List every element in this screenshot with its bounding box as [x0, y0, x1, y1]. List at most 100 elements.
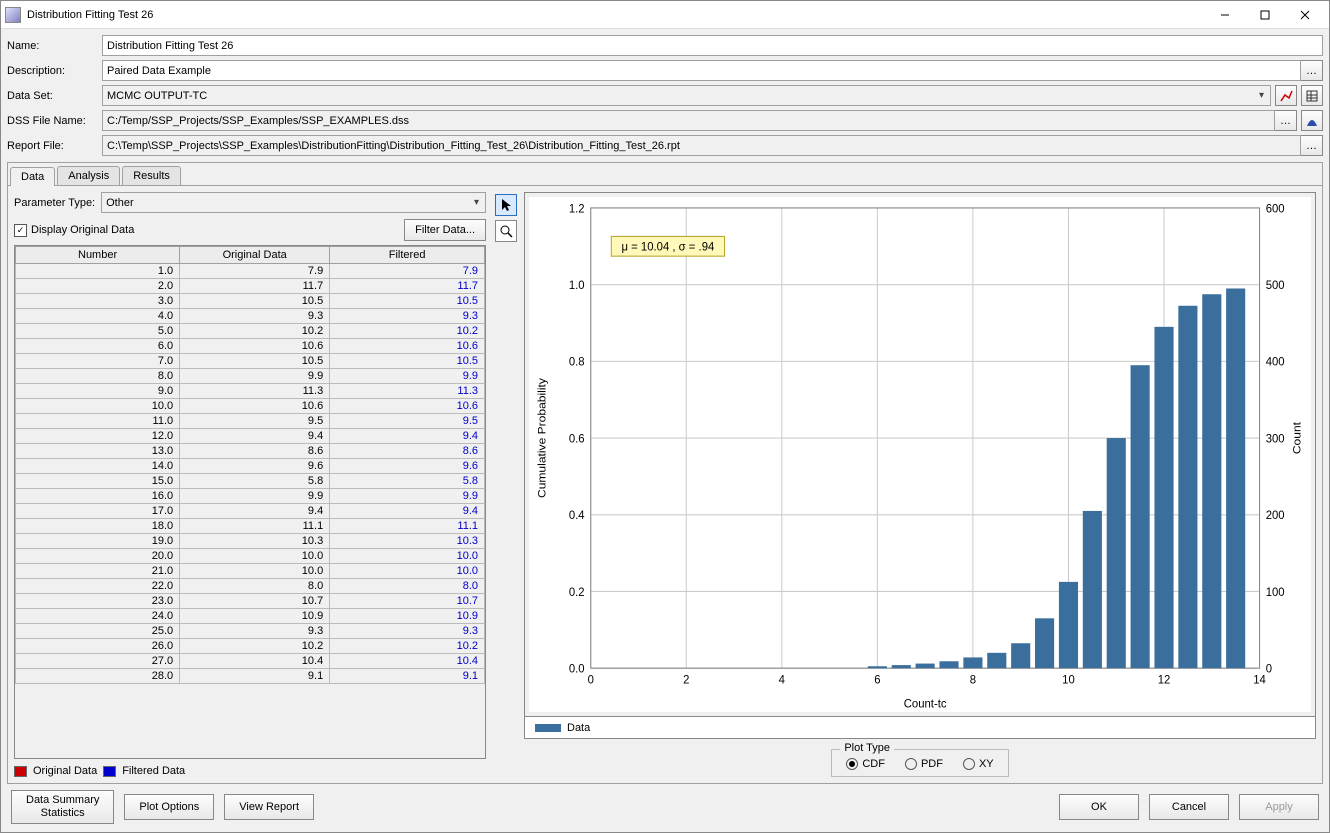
svg-text:μ = 10.04 , σ = .94: μ = 10.04 , σ = .94 [622, 240, 715, 253]
dssfile-ellipsis-button[interactable]: … [1275, 110, 1297, 131]
plot-type-cdf-radio[interactable]: CDF [846, 758, 885, 770]
tab-results[interactable]: Results [122, 166, 181, 185]
data-table: Number Original Data Filtered 1.07.97.92… [15, 246, 485, 684]
tab-data[interactable]: Data [10, 167, 55, 186]
table-row[interactable]: 7.010.510.5 [16, 354, 485, 369]
name-label: Name: [7, 40, 102, 52]
svg-text:Count: Count [1291, 421, 1304, 454]
svg-text:Cumulative Probability: Cumulative Probability [536, 378, 549, 498]
table-row[interactable]: 2.011.711.7 [16, 279, 485, 294]
table-row[interactable]: 10.010.610.6 [16, 399, 485, 414]
maximize-button[interactable] [1245, 1, 1285, 29]
svg-text:300: 300 [1266, 432, 1285, 445]
table-row[interactable]: 8.09.99.9 [16, 369, 485, 384]
dataset-dropdown[interactable]: MCMC OUTPUT-TC [102, 85, 1271, 106]
svg-text:0.0: 0.0 [569, 662, 585, 675]
reportfile-ellipsis-button[interactable]: … [1301, 135, 1323, 156]
dataset-chart-icon[interactable] [1275, 85, 1297, 106]
col-number[interactable]: Number [16, 247, 180, 264]
plot-type-group-label: Plot Type [840, 742, 894, 754]
table-row[interactable]: 4.09.39.3 [16, 309, 485, 324]
filter-data-button[interactable]: Filter Data... [404, 219, 486, 241]
table-row[interactable]: 12.09.49.4 [16, 429, 485, 444]
parameter-type-label: Parameter Type: [14, 197, 95, 209]
table-row[interactable]: 16.09.99.9 [16, 489, 485, 504]
tab-strip: Data Analysis Results [8, 163, 1322, 185]
table-row[interactable]: 17.09.49.4 [16, 504, 485, 519]
table-row[interactable]: 1.07.97.9 [16, 264, 485, 279]
data-table-scroll[interactable]: Number Original Data Filtered 1.07.97.92… [15, 246, 485, 758]
table-row[interactable]: 15.05.85.8 [16, 474, 485, 489]
table-row[interactable]: 28.09.19.1 [16, 669, 485, 684]
display-original-checkbox[interactable]: ✓ [14, 224, 27, 237]
table-row[interactable]: 25.09.39.3 [16, 624, 485, 639]
svg-text:2: 2 [683, 673, 689, 686]
dssfile-field: C:/Temp/SSP_Projects/SSP_Examples/SSP_EX… [102, 110, 1275, 131]
svg-text:0: 0 [588, 673, 595, 686]
legend-original-label: Original Data [33, 765, 97, 777]
plot-type-pdf-radio[interactable]: PDF [905, 758, 943, 770]
svg-text:10: 10 [1062, 673, 1075, 686]
table-row[interactable]: 20.010.010.0 [16, 549, 485, 564]
svg-text:Count-tc: Count-tc [904, 697, 947, 710]
table-row[interactable]: 22.08.08.0 [16, 579, 485, 594]
dataset-table-icon[interactable] [1301, 85, 1323, 106]
description-field[interactable] [102, 60, 1301, 81]
table-row[interactable]: 19.010.310.3 [16, 534, 485, 549]
table-row[interactable]: 9.011.311.3 [16, 384, 485, 399]
name-field[interactable] [102, 35, 1323, 56]
parameter-type-dropdown[interactable]: Other [101, 192, 486, 213]
svg-text:1.2: 1.2 [569, 202, 585, 215]
table-row[interactable]: 13.08.68.6 [16, 444, 485, 459]
svg-text:8: 8 [970, 673, 976, 686]
table-row[interactable]: 26.010.210.2 [16, 639, 485, 654]
zoom-tool-button[interactable] [495, 220, 517, 242]
table-row[interactable]: 6.010.610.6 [16, 339, 485, 354]
plot-type-xy-radio[interactable]: XY [963, 758, 994, 770]
tab-analysis[interactable]: Analysis [57, 166, 120, 185]
table-row[interactable]: 23.010.710.7 [16, 594, 485, 609]
cancel-button[interactable]: Cancel [1149, 794, 1229, 820]
description-ellipsis-button[interactable]: … [1301, 60, 1323, 81]
col-filtered[interactable]: Filtered [330, 247, 485, 264]
dssfile-distribution-icon[interactable] [1301, 110, 1323, 131]
titlebar: Distribution Fitting Test 26 [1, 1, 1329, 29]
chart-legend: Data [524, 717, 1316, 739]
svg-text:4: 4 [779, 673, 786, 686]
svg-text:100: 100 [1266, 586, 1285, 599]
table-row[interactable]: 18.011.111.1 [16, 519, 485, 534]
legend-filtered-swatch [103, 766, 116, 777]
svg-text:400: 400 [1266, 355, 1285, 368]
dataset-label: Data Set: [7, 90, 102, 102]
plot-options-button[interactable]: Plot Options [124, 794, 214, 820]
table-row[interactable]: 27.010.410.4 [16, 654, 485, 669]
description-label: Description: [7, 65, 102, 77]
ok-button[interactable]: OK [1059, 794, 1139, 820]
svg-text:14: 14 [1253, 673, 1266, 686]
window-title: Distribution Fitting Test 26 [27, 9, 1205, 21]
svg-text:0.8: 0.8 [569, 355, 585, 368]
chart-legend-label: Data [567, 722, 590, 734]
table-row[interactable]: 11.09.59.5 [16, 414, 485, 429]
legend-filtered-label: Filtered Data [122, 765, 185, 777]
table-row[interactable]: 5.010.210.2 [16, 324, 485, 339]
col-original-data[interactable]: Original Data [180, 247, 330, 264]
dssfile-label: DSS File Name: [7, 115, 102, 127]
svg-text:0.6: 0.6 [569, 432, 585, 445]
svg-text:1.0: 1.0 [569, 279, 585, 292]
chart-legend-swatch [535, 724, 561, 732]
svg-text:0.4: 0.4 [569, 509, 585, 522]
pointer-tool-button[interactable] [495, 194, 517, 216]
table-row[interactable]: 14.09.69.6 [16, 459, 485, 474]
apply-button[interactable]: Apply [1239, 794, 1319, 820]
svg-text:12: 12 [1158, 673, 1171, 686]
table-row[interactable]: 24.010.910.9 [16, 609, 485, 624]
legend-original-swatch [14, 766, 27, 777]
view-report-button[interactable]: View Report [224, 794, 314, 820]
chart-area[interactable]: 024681012140.00.20.40.60.81.01.201002003… [524, 192, 1316, 717]
minimize-button[interactable] [1205, 1, 1245, 29]
data-summary-statistics-button[interactable]: Data SummaryStatistics [11, 790, 114, 824]
table-row[interactable]: 21.010.010.0 [16, 564, 485, 579]
close-button[interactable] [1285, 1, 1325, 29]
table-row[interactable]: 3.010.510.5 [16, 294, 485, 309]
